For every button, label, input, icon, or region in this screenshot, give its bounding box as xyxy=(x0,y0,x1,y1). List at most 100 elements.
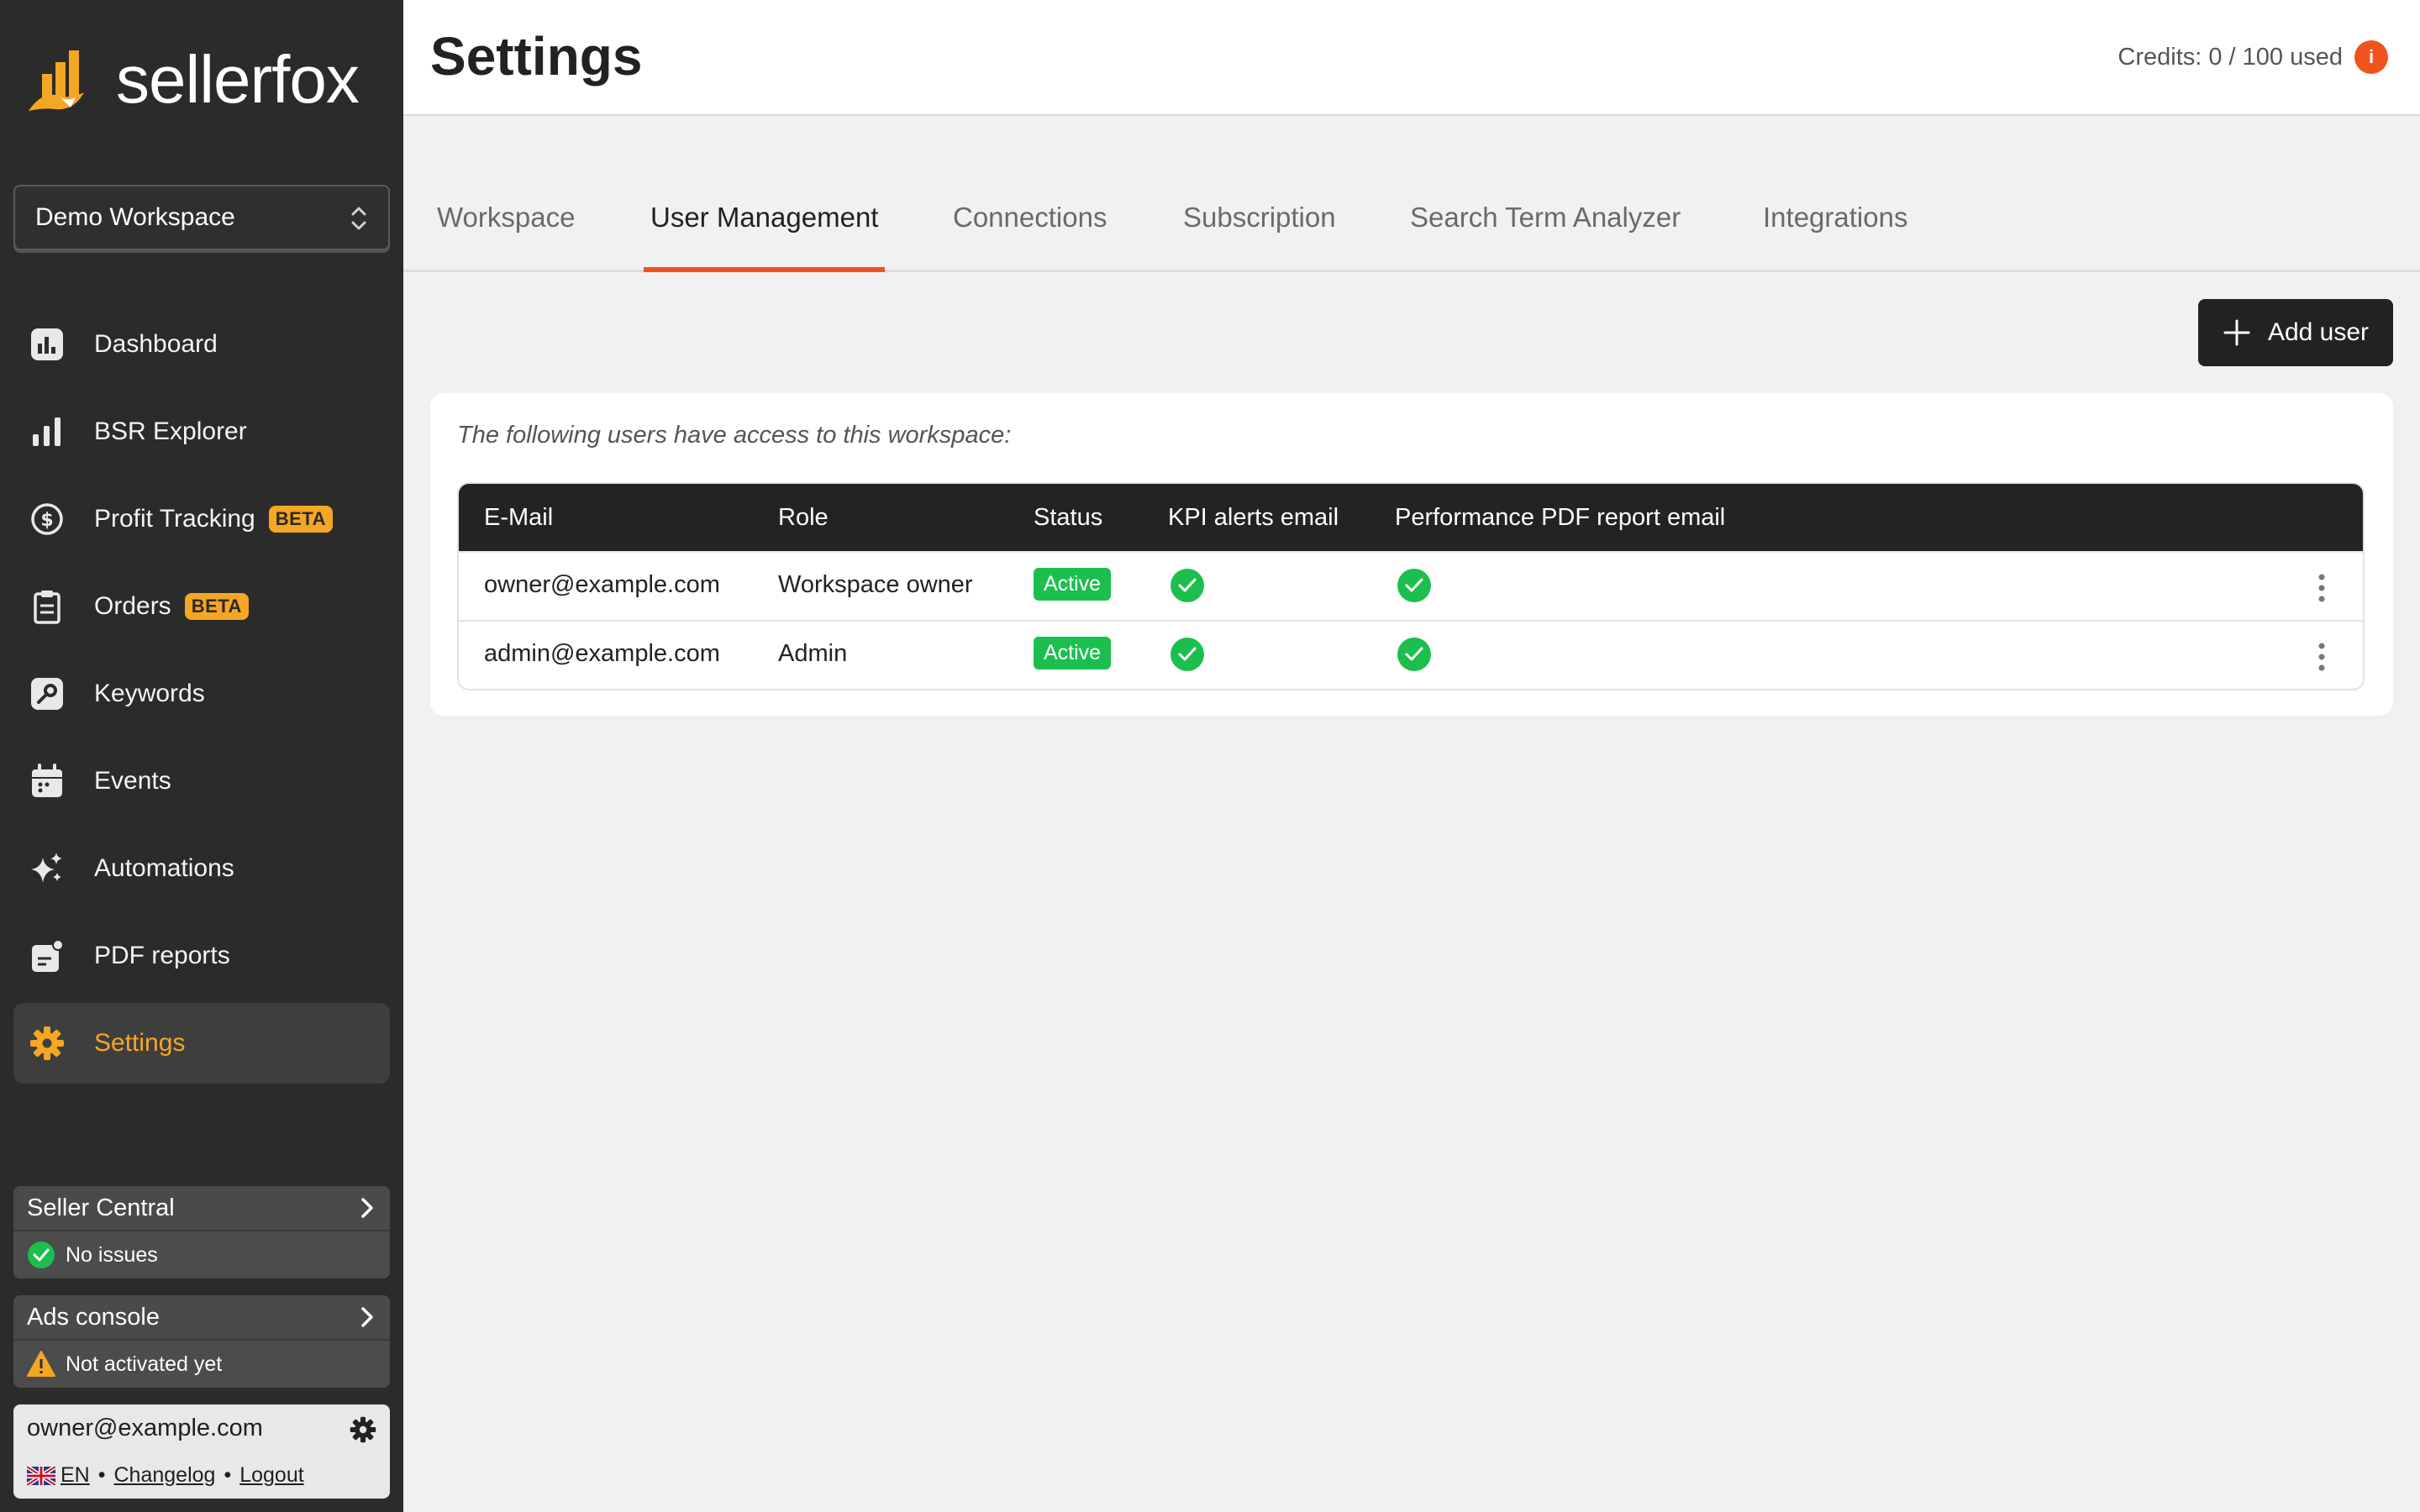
table-row[interactable]: owner@example.com Workspace owner Active xyxy=(459,551,2363,620)
bar-chart-icon xyxy=(29,413,66,450)
ads-console-title: Ads console xyxy=(27,1303,160,1331)
sidebar-item-label: Events xyxy=(94,767,171,795)
cell-email: owner@example.com xyxy=(484,571,720,598)
sidebar-item-keywords[interactable]: Keywords xyxy=(13,654,390,734)
sidebar-item-events[interactable]: Events xyxy=(13,741,390,822)
sidebar-item-label: Profit Tracking xyxy=(94,505,255,533)
workspace-select[interactable]: Demo Workspace xyxy=(13,185,390,250)
tab-user-management[interactable]: User Management xyxy=(644,202,886,272)
page-title: Settings xyxy=(430,26,643,87)
check-circle-icon xyxy=(28,1242,55,1268)
sidebar-item-label: Settings xyxy=(94,1029,186,1057)
column-header-status[interactable]: Status xyxy=(1034,504,1102,532)
calendar-icon xyxy=(29,763,66,800)
chevron-right-icon xyxy=(361,1307,373,1327)
key-icon xyxy=(29,675,66,712)
status-badge: Active xyxy=(1034,637,1112,669)
sidebar-item-orders[interactable]: Orders BETA xyxy=(13,566,390,647)
app-name: sellerfox xyxy=(116,42,360,117)
sidebar-item-profit-tracking[interactable]: $ Profit Tracking BETA xyxy=(13,479,390,559)
seller-central-header[interactable]: Seller Central xyxy=(13,1186,390,1231)
users-table: E-Mail Role Status KPI alerts email Perf… xyxy=(457,482,2365,690)
check-circle-icon xyxy=(1397,569,1431,602)
sidebar-item-label: Orders xyxy=(94,592,171,620)
report-icon xyxy=(29,937,66,974)
chevron-up-down-icon xyxy=(351,207,366,230)
info-icon[interactable]: i xyxy=(2354,40,2388,74)
column-header-kpi-alerts[interactable]: KPI alerts email xyxy=(1168,504,1339,532)
user-settings-gear-icon[interactable] xyxy=(350,1416,376,1443)
changelog-link[interactable]: Changelog xyxy=(114,1463,216,1488)
fox-logo-icon xyxy=(29,50,84,111)
workspace-select-value: Demo Workspace xyxy=(35,203,235,231)
more-options-icon[interactable] xyxy=(2317,642,2326,672)
dashboard-icon xyxy=(29,326,66,363)
user-card: owner@example.com EN • Changelog • Logou… xyxy=(13,1404,390,1499)
sidebar-item-label: Keywords xyxy=(94,680,205,707)
dollar-icon: $ xyxy=(29,501,66,538)
cell-role: Workspace owner xyxy=(778,571,973,598)
column-header-pdf-report[interactable]: Performance PDF report email xyxy=(1395,504,1725,532)
user-email: owner@example.com xyxy=(27,1415,263,1441)
uk-flag-icon xyxy=(27,1466,55,1485)
beta-badge: BETA xyxy=(268,506,333,533)
add-user-button[interactable]: Add user xyxy=(2198,299,2393,366)
column-header-email[interactable]: E-Mail xyxy=(484,504,553,532)
check-circle-icon xyxy=(1171,638,1204,671)
ads-console-status: Not activated yet xyxy=(13,1341,390,1388)
sidebar-item-label: PDF reports xyxy=(94,942,230,969)
warning-icon xyxy=(27,1351,55,1377)
sidebar-item-label: Dashboard xyxy=(94,330,218,358)
check-circle-icon xyxy=(1171,569,1204,602)
cell-role: Admin xyxy=(778,640,848,667)
more-options-icon[interactable] xyxy=(2317,573,2326,603)
table-row[interactable]: admin@example.com Admin Active xyxy=(459,620,2363,689)
sidebar-item-label: BSR Explorer xyxy=(94,417,247,445)
cell-email: admin@example.com xyxy=(484,640,720,667)
ads-console-header[interactable]: Ads console xyxy=(13,1295,390,1341)
seller-central-status: No issues xyxy=(13,1231,390,1278)
svg-text:$: $ xyxy=(40,510,53,531)
tab-connections[interactable]: Connections xyxy=(946,202,1113,272)
credits-text: Credits: 0 / 100 used xyxy=(2118,43,2343,71)
sidebar: sellerfox Demo Workspace Dashboard BSR E… xyxy=(0,0,403,1512)
add-user-label: Add user xyxy=(2267,318,2370,346)
column-header-role[interactable]: Role xyxy=(778,504,829,532)
tab-search-term-analyzer[interactable]: Search Term Analyzer xyxy=(1403,202,1687,272)
clipboard-icon xyxy=(29,588,66,625)
plus-icon xyxy=(2223,319,2250,346)
separator-dot: • xyxy=(224,1463,232,1487)
settings-tabs: Workspace User Management Connections Su… xyxy=(403,175,2420,272)
sparkle-icon xyxy=(29,850,66,887)
sidebar-item-label: Automations xyxy=(94,854,234,882)
seller-central-title: Seller Central xyxy=(27,1194,175,1221)
sidebar-item-automations[interactable]: Automations xyxy=(13,828,390,909)
sellerfox-logo[interactable]: sellerfox xyxy=(25,42,360,117)
page-header: Settings Credits: 0 / 100 used i xyxy=(403,0,2420,116)
ads-console-card[interactable]: Ads console Not activated yet xyxy=(13,1295,390,1388)
sidebar-item-settings[interactable]: Settings xyxy=(13,1003,390,1084)
status-badge: Active xyxy=(1034,568,1112,601)
beta-badge: BETA xyxy=(184,593,249,620)
sidebar-item-bsr-explorer[interactable]: BSR Explorer xyxy=(13,391,390,472)
seller-central-card[interactable]: Seller Central No issues xyxy=(13,1186,390,1278)
table-header: E-Mail Role Status KPI alerts email Perf… xyxy=(459,484,2363,551)
users-access-note: The following users have access to this … xyxy=(457,422,1012,449)
tab-workspace[interactable]: Workspace xyxy=(430,202,581,272)
sidebar-item-pdf-reports[interactable]: PDF reports xyxy=(13,916,390,996)
users-panel: The following users have access to this … xyxy=(430,393,2393,716)
separator-dot: • xyxy=(97,1463,106,1487)
credits-indicator: Credits: 0 / 100 used i xyxy=(2118,40,2388,74)
seller-central-status-text: No issues xyxy=(66,1242,158,1267)
user-links: EN • Changelog • Logout xyxy=(27,1463,304,1488)
tab-subscription[interactable]: Subscription xyxy=(1176,202,1343,272)
check-circle-icon xyxy=(1397,638,1431,671)
logout-link[interactable]: Logout xyxy=(239,1463,303,1488)
chevron-right-icon xyxy=(361,1198,373,1218)
ads-console-status-text: Not activated yet xyxy=(66,1352,223,1376)
tab-integrations[interactable]: Integrations xyxy=(1756,202,1914,272)
sidebar-item-dashboard[interactable]: Dashboard xyxy=(13,304,390,385)
gear-icon xyxy=(29,1025,66,1062)
language-link[interactable]: EN xyxy=(60,1463,90,1488)
sidebar-nav: Dashboard BSR Explorer $ Profit Tracking… xyxy=(13,304,390,1090)
